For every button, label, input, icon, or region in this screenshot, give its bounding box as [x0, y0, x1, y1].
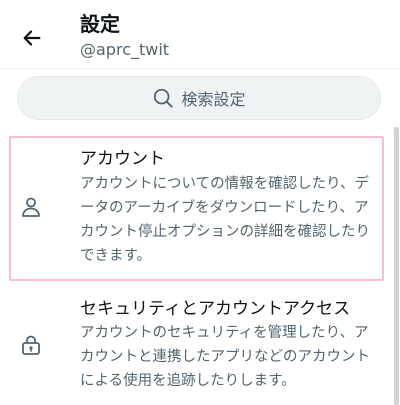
page-title: 設定 — [80, 12, 120, 36]
person-icon — [18, 194, 44, 220]
lock-icon — [18, 332, 44, 358]
settings-screen: 設定 @aprc_twit 検索設定 アカウント アカウントについての情報を確認… — [0, 0, 400, 405]
settings-item-description: アカウントのセキュリティを管理したり、アカウントと連携したアプリなどのアカウント… — [80, 325, 370, 389]
search-icon — [152, 87, 174, 109]
settings-item-title: アカウント — [80, 149, 165, 169]
scrollbar[interactable] — [394, 127, 399, 405]
settings-item-description: アカウントについての情報を確認したり、データのアーカイブをダウンロードしたり、ア… — [80, 176, 370, 264]
settings-item-account[interactable]: アカウント アカウントについての情報を確認したり、データのアーカイブをダウンロー… — [0, 136, 392, 283]
account-handle: @aprc_twit — [80, 40, 170, 59]
settings-item-security[interactable]: セキュリティとアカウントアクセス アカウントのセキュリティを管理したり、アカウン… — [0, 292, 392, 405]
back-button[interactable] — [14, 20, 50, 56]
search-placeholder: 検索設定 — [181, 90, 246, 109]
settings-item-title: セキュリティとアカウントアクセス — [80, 299, 351, 319]
arrow-left-icon — [23, 30, 41, 46]
header: 設定 @aprc_twit — [0, 0, 400, 69]
search-settings-input[interactable]: 検索設定 — [17, 76, 381, 120]
